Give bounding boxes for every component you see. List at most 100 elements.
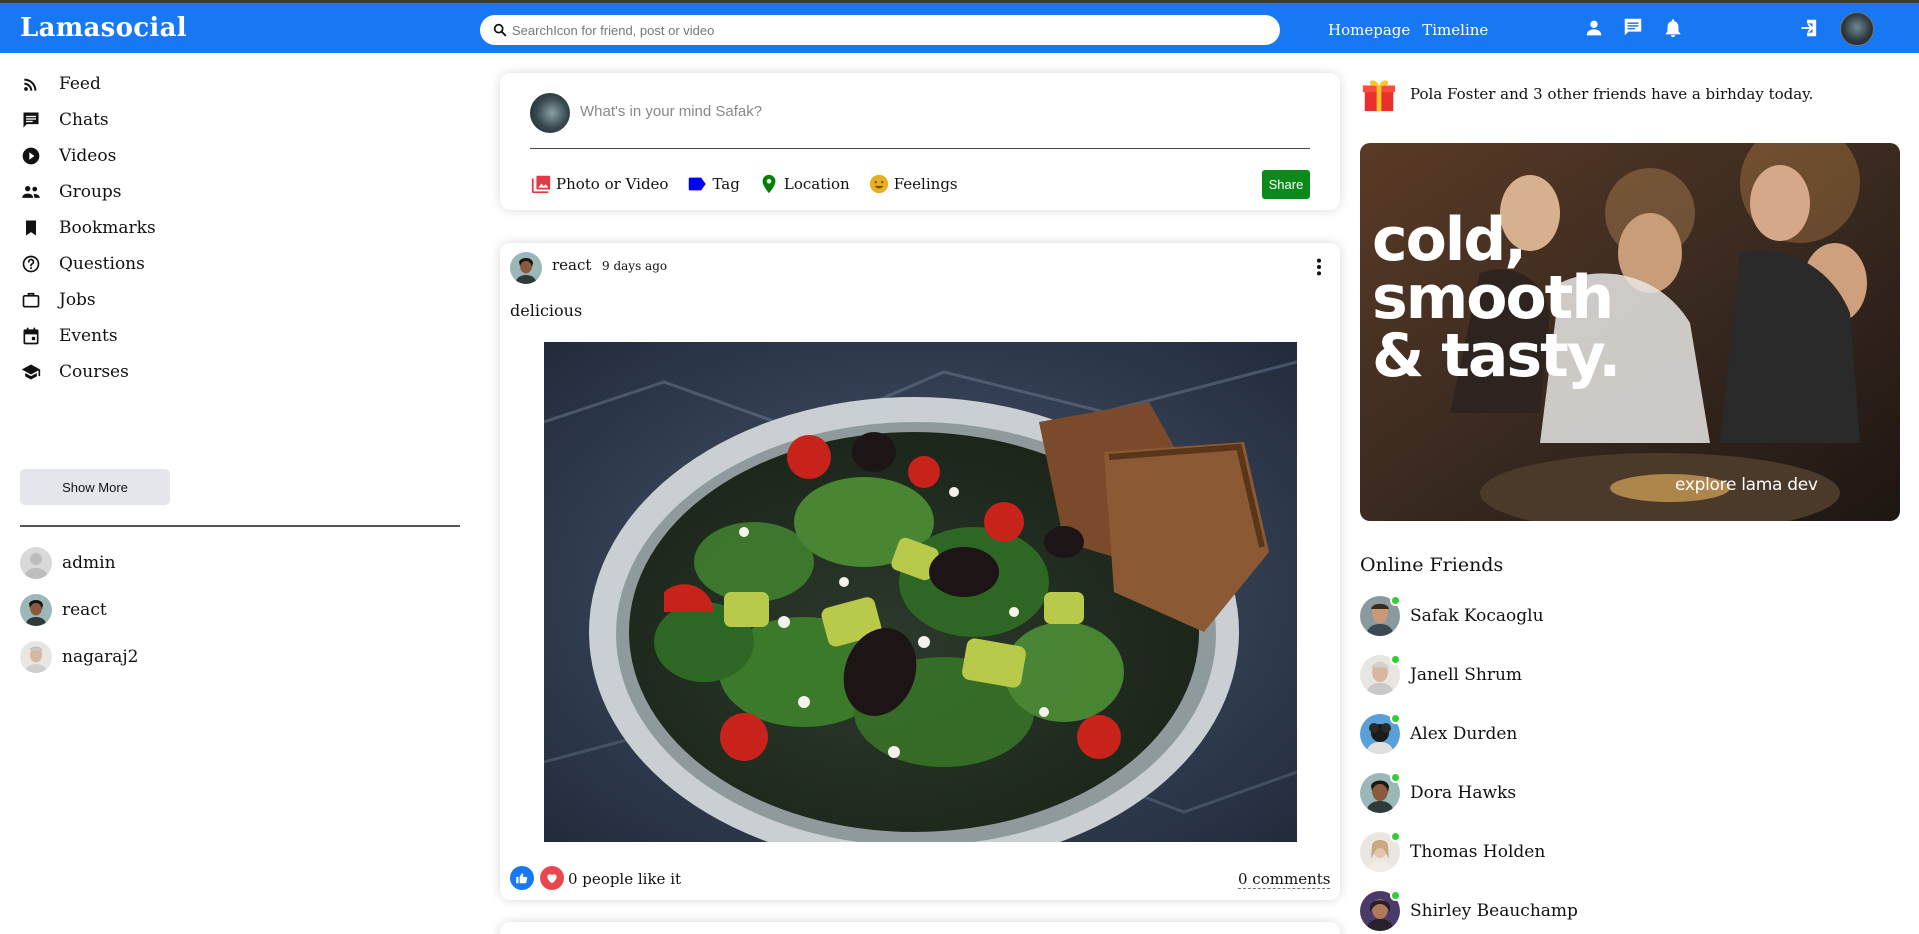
heart-icon[interactable] [540,866,564,890]
ad-banner[interactable]: cold, smooth & tasty. explore lama dev [1360,143,1900,521]
share-divider [530,148,1310,149]
share-input[interactable] [580,103,1300,120]
timeline-link[interactable]: Timeline [1422,21,1488,39]
online-friend-item[interactable]: Alex Durden [1360,713,1518,754]
next-post [500,922,1340,934]
sidebar-item-label: Feed [59,74,101,94]
friend-item-admin[interactable]: admin [20,547,116,579]
avatar [1360,831,1401,872]
sidebar-item-label: Events [59,326,118,346]
left-sidebar: Feed Chats Videos Groups Bookmarks Quest… [0,53,480,934]
sidebar-item-feed[interactable]: Feed [20,73,101,95]
sidebar-item-label: Chats [59,110,109,130]
chat-icon [20,109,42,131]
option-label: Location [783,175,850,193]
search-input[interactable] [512,22,1252,38]
avatar [20,641,52,673]
online-friends-title: Online Friends [1360,554,1504,576]
post-text: delicious [510,301,583,320]
sidebar-divider [20,525,460,527]
sidebar-item-bookmarks[interactable]: Bookmarks [20,217,156,239]
avatar [1360,654,1401,695]
perm-media-icon [531,175,551,194]
tag-option[interactable]: Tag [686,173,740,195]
avatar[interactable] [510,252,542,284]
option-label: Photo or Video [556,175,669,193]
person-icon[interactable] [1583,17,1605,39]
sidebar-item-videos[interactable]: Videos [20,145,116,167]
school-icon [20,361,42,383]
sidebar-item-label: Jobs [59,290,96,310]
chat-icon[interactable] [1622,16,1644,38]
post: react 9 days ago delicious 0 people like… [500,243,1340,900]
feelings-option[interactable]: Feelings [868,173,958,195]
more-vert-icon[interactable] [1308,255,1330,279]
online-friend-item[interactable]: Thomas Holden [1360,831,1546,872]
friend-name: Janell Shrum [1410,665,1523,685]
online-friend-item[interactable]: Dora Hawks [1360,772,1516,813]
comments-link[interactable]: 0 comments [1238,870,1331,889]
online-status-dot [1390,890,1401,901]
sidebar-item-chats[interactable]: Chats [20,109,109,131]
logo[interactable]: Lamasocial [20,13,187,43]
friend-name: nagaraj2 [62,647,139,667]
label-icon [689,177,707,191]
search-icon [493,23,507,37]
logout-icon[interactable] [1796,17,1818,39]
online-friend-item[interactable]: Shirley Beauchamp [1360,890,1578,931]
online-status-dot [1390,772,1401,783]
search-bar[interactable] [480,15,1280,45]
online-status-dot [1390,713,1401,724]
birthday-container: Pola Foster and 3 other friends have a b… [1360,73,1813,115]
friend-name: Safak Kocaoglu [1410,606,1544,626]
birthday-text: Pola Foster and 3 other friends have a b… [1410,85,1814,103]
online-friend-item[interactable]: Janell Shrum [1360,654,1523,695]
post-username[interactable]: react [552,256,591,274]
sidebar-item-courses[interactable]: Courses [20,361,129,383]
work-outline-icon [20,289,42,311]
avatar [20,594,52,626]
sidebar-item-label: Courses [59,362,129,382]
post-image[interactable] [544,342,1297,842]
friend-item-react[interactable]: react [20,594,107,626]
sidebar-item-label: Groups [59,182,122,202]
bookmark-icon [20,217,42,239]
sidebar-item-questions[interactable]: Questions [20,253,145,275]
ad-title: cold, smooth & tasty. [1372,205,1621,391]
like-counter: 0 people like it [568,870,682,888]
rss-feed-icon [20,73,42,95]
play-circle-icon [20,145,42,167]
share-button[interactable]: Share [1262,170,1310,199]
online-status-dot [1390,654,1401,665]
gift-icon [1362,80,1396,112]
help-outline-icon [20,253,42,275]
like-icon[interactable] [510,866,534,890]
location-option[interactable]: Location [758,173,850,195]
room-icon [762,174,776,194]
friend-name: Thomas Holden [1410,842,1546,862]
friend-name: Alex Durden [1410,724,1518,744]
sidebar-item-label: Questions [59,254,145,274]
sidebar-item-jobs[interactable]: Jobs [20,289,96,311]
profile-avatar[interactable] [1840,12,1874,46]
sidebar-item-events[interactable]: Events [20,325,118,347]
friend-item-nagaraj2[interactable]: nagaraj2 [20,641,138,673]
post-date: 9 days ago [602,259,668,273]
notifications-icon[interactable] [1662,17,1684,39]
photo-or-video-option[interactable]: Photo or Video [530,173,668,195]
avatar [1360,890,1401,931]
topbar: Lamasocial Homepage Timeline [0,0,1919,53]
friend-name: react [62,600,107,620]
online-status-dot [1390,831,1401,842]
ad-subtitle: explore lama dev [1675,475,1818,495]
avatar [1360,595,1401,636]
group-icon [20,181,42,203]
sidebar-item-groups[interactable]: Groups [20,181,122,203]
show-more-button[interactable]: Show More [20,469,170,505]
sidebar-item-label: Bookmarks [59,218,156,238]
option-label: Tag [712,175,740,193]
avatar[interactable] [530,93,570,133]
online-friend-item[interactable]: Safak Kocaoglu [1360,595,1544,636]
online-status-dot [1390,595,1401,606]
homepage-link[interactable]: Homepage [1328,21,1410,39]
